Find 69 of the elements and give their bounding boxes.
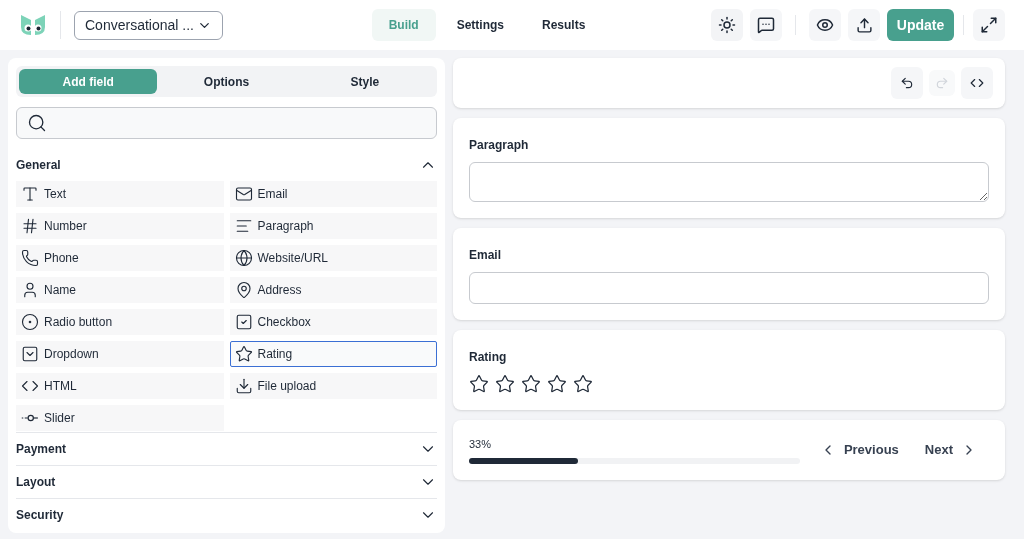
share-button[interactable]: [848, 9, 880, 41]
eye-icon: [816, 16, 834, 34]
star-icon[interactable]: [521, 374, 541, 394]
undo-icon: [900, 76, 914, 90]
download-icon: [234, 377, 253, 395]
sidebar-tab[interactable]: Options: [157, 69, 296, 94]
comment-button[interactable]: [750, 9, 782, 41]
person-icon: [21, 281, 39, 299]
sidebar-tab[interactable]: Style: [295, 69, 434, 94]
email-field[interactable]: [469, 272, 989, 304]
previous-button[interactable]: Previous: [819, 440, 899, 460]
field-type-item[interactable]: File upload: [229, 373, 437, 399]
logo-icon: [19, 13, 47, 37]
search-icon: [27, 113, 47, 133]
field-type-item[interactable]: Name: [16, 277, 224, 303]
star-icon[interactable]: [469, 374, 489, 394]
star-icon: [234, 345, 253, 363]
theme-toggle-button[interactable]: [711, 9, 743, 41]
section-header[interactable]: Payment: [16, 433, 437, 465]
chat-icon: [757, 16, 775, 34]
field-type-item[interactable]: Radio button: [16, 309, 224, 335]
field-type-item[interactable]: Checkbox: [229, 309, 437, 335]
dropdown-icon: [21, 345, 39, 363]
fullscreen-button[interactable]: [973, 9, 1005, 41]
paragraph-field[interactable]: [469, 162, 989, 202]
field-type-item[interactable]: Address: [229, 277, 437, 303]
field-type-item[interactable]: Dropdown: [16, 341, 224, 367]
code-button[interactable]: [961, 67, 993, 99]
question-label: Rating: [469, 349, 508, 366]
checkbox-icon: [234, 313, 253, 331]
nav-tab[interactable]: Results: [525, 9, 603, 41]
rating-stars[interactable]: [469, 374, 593, 394]
mail-icon: [234, 185, 253, 203]
form-select[interactable]: Conversational ...: [74, 10, 223, 40]
expand-icon: [980, 16, 998, 34]
undo-button[interactable]: [891, 67, 923, 99]
field-type-item[interactable]: Paragraph: [229, 213, 437, 239]
hash-icon: [21, 217, 39, 235]
upload-icon: [855, 16, 873, 34]
radio-icon: [21, 313, 39, 331]
section-header[interactable]: Layout: [16, 466, 437, 498]
star-icon[interactable]: [573, 374, 593, 394]
field-type-item[interactable]: HTML: [16, 373, 224, 399]
section-header[interactable]: General: [16, 149, 437, 181]
nav-tab[interactable]: Settings: [439, 9, 521, 41]
section-header[interactable]: Security: [16, 499, 437, 531]
search-field[interactable]: [16, 107, 437, 139]
field-type-item[interactable]: Rating: [229, 341, 437, 367]
star-icon[interactable]: [547, 374, 567, 394]
progress-reading: 33%: [469, 436, 493, 452]
preview-button[interactable]: [809, 9, 841, 41]
field-type-item[interactable]: Slider: [16, 405, 224, 431]
field-type-item[interactable]: Website/URL: [229, 245, 437, 271]
field-type-item[interactable]: Email: [229, 181, 437, 207]
star-icon[interactable]: [495, 374, 515, 394]
question-label: Paragraph: [469, 137, 530, 154]
code-icon: [970, 76, 984, 90]
map-pin-icon: [234, 281, 253, 299]
sun-icon: [718, 16, 736, 34]
question-label: Email: [469, 247, 502, 264]
field-type-item[interactable]: Phone: [16, 245, 224, 271]
phone-icon: [21, 249, 39, 267]
paragraph-icon: [234, 217, 253, 235]
globe-icon: [234, 249, 253, 267]
redo-icon: [935, 76, 949, 90]
next-button[interactable]: Next: [924, 440, 977, 460]
field-type-item[interactable]: Text: [16, 181, 224, 207]
type-icon: [21, 185, 39, 203]
field-type-item[interactable]: Number: [16, 213, 224, 239]
